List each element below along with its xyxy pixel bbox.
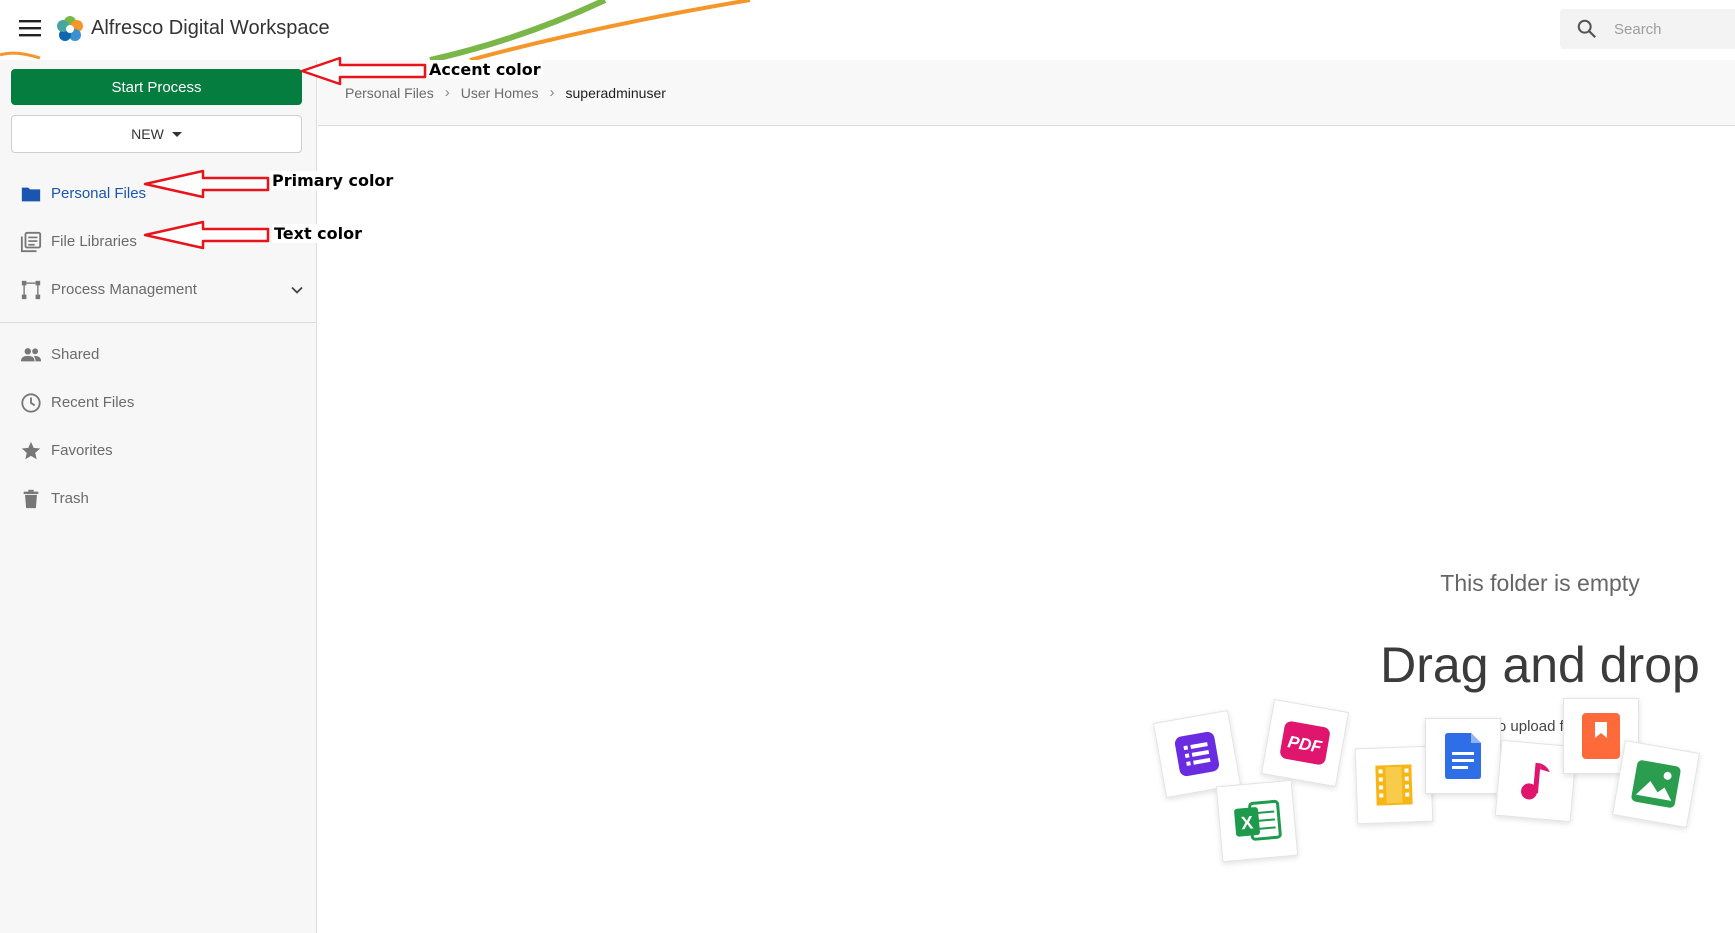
drag-and-drop-subtitle: to upload files — [1493, 718, 1587, 735]
image-card — [1611, 739, 1701, 829]
excel-card: X — [1215, 779, 1299, 863]
clock-icon — [21, 393, 41, 413]
music-icon — [1521, 762, 1550, 800]
empty-folder-message: This folder is empty — [1440, 570, 1640, 596]
trash-icon — [23, 489, 39, 509]
app-root: Alfresco Digital Workspace Start Process… — [0, 0, 1735, 933]
library-icon — [20, 231, 42, 253]
start-process-button[interactable]: Start Process — [11, 69, 302, 105]
sidebar-item-label: Favorites — [51, 442, 113, 459]
pdf-card: PDF — [1260, 698, 1350, 788]
breadcrumb-separator: › — [549, 84, 555, 101]
doc-icon — [1445, 733, 1481, 779]
pdf-icon: PDF — [1280, 721, 1330, 765]
text-color-label: Text color — [272, 224, 365, 243]
hamburger-menu-icon — [19, 20, 41, 37]
app-header: Alfresco Digital Workspace — [0, 0, 1735, 60]
accent-color-label: Accent color — [427, 60, 543, 79]
sidebar-item-shared[interactable]: Shared — [0, 335, 316, 375]
sidebar-item-label: Process Management — [51, 281, 197, 298]
hamburger-menu-button[interactable] — [14, 12, 46, 44]
list-doc-icon — [1174, 731, 1220, 777]
sidebar-divider — [0, 322, 316, 323]
excel-icon: X — [1234, 799, 1282, 841]
people-icon — [20, 348, 42, 362]
sidebar-item-label: Recent Files — [51, 394, 135, 411]
film-card — [1354, 745, 1434, 825]
breadcrumb: Personal Files › User Homes › superadmin… — [345, 84, 666, 101]
bookmark-icon — [1582, 713, 1620, 759]
alfresco-flower-logo — [57, 16, 83, 41]
breadcrumb-separator: › — [444, 84, 450, 101]
new-button-label: NEW — [131, 126, 164, 142]
search-input[interactable] — [1614, 9, 1734, 49]
new-button[interactable]: NEW — [11, 115, 302, 153]
primary-color-label: Primary color — [270, 171, 396, 190]
star-icon — [21, 441, 41, 460]
image-icon — [1631, 760, 1681, 808]
sidebar-item-trash[interactable]: Trash — [0, 479, 316, 519]
search-box[interactable] — [1560, 9, 1735, 49]
text-color-arrow — [143, 220, 270, 250]
sidebar-item-label: Personal Files — [51, 185, 147, 202]
breadcrumb-item-user-homes[interactable]: User Homes — [461, 85, 539, 101]
sidebar-item-label: File Libraries — [51, 233, 137, 250]
sidebar-item-process-management[interactable]: Process Management — [0, 270, 316, 310]
app-title: Alfresco Digital Workspace — [91, 17, 330, 39]
search-icon — [1577, 19, 1597, 39]
process-icon — [21, 280, 41, 300]
film-icon — [1375, 764, 1413, 806]
main-content: Personal Files › User Homes › superadmin… — [318, 60, 1735, 933]
primary-color-arrow — [143, 169, 270, 199]
sidebar-item-favorites[interactable]: Favorites — [0, 431, 316, 471]
sidebar-item-recent-files[interactable]: Recent Files — [0, 383, 316, 423]
accent-color-arrow — [300, 56, 427, 86]
sidebar-item-label: Shared — [51, 346, 100, 363]
sidebar-item-label: Trash — [51, 490, 89, 507]
folder-icon — [21, 187, 41, 202]
caret-down-icon — [171, 131, 182, 137]
doc-card — [1425, 718, 1501, 794]
chevron-down-icon[interactable] — [287, 280, 307, 300]
breadcrumb-current: superadminuser — [565, 84, 666, 101]
breadcrumb-item-personal-files[interactable]: Personal Files — [345, 85, 434, 101]
drag-and-drop-title: Drag and drop — [1380, 637, 1700, 693]
svg-text:X: X — [1240, 812, 1254, 833]
